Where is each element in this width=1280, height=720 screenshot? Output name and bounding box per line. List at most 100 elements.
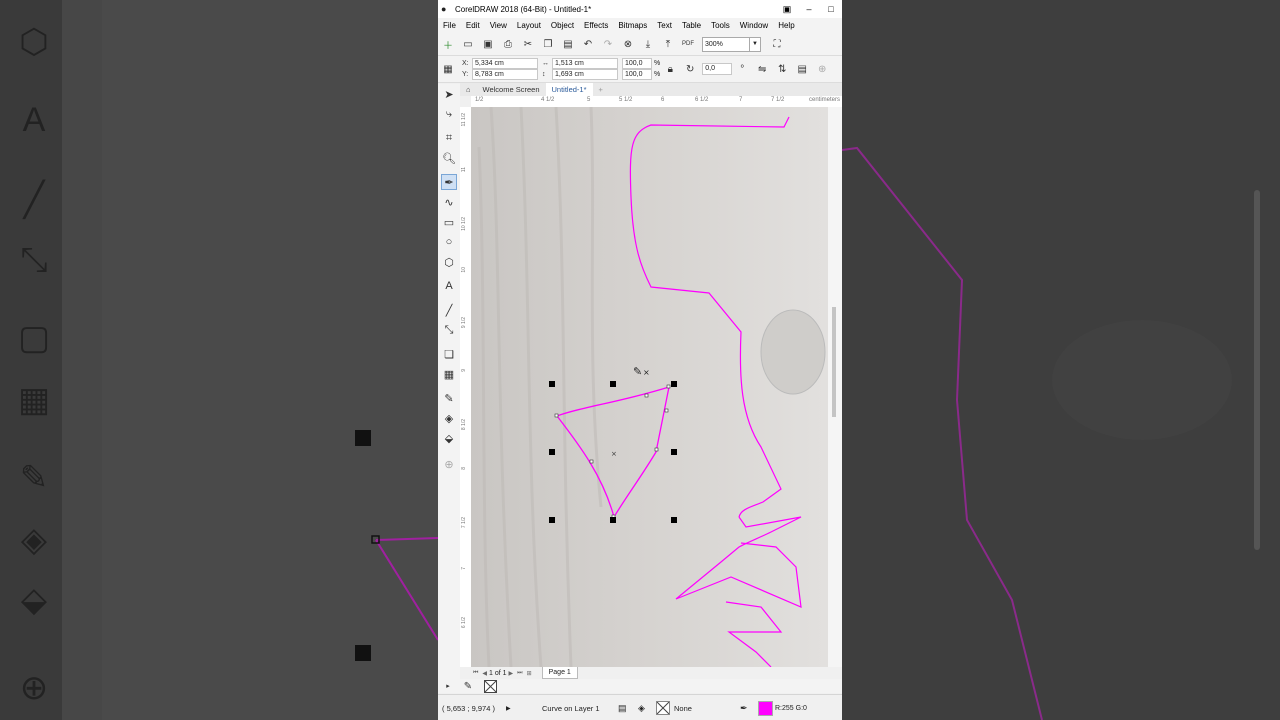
prev-page-icon[interactable]: ◀ [482, 670, 487, 677]
cut-icon[interactable]: ✂ [520, 36, 536, 52]
ruler-tick: 11 [461, 167, 467, 173]
drop-shadow-icon[interactable]: ❏ [441, 346, 457, 362]
degree-icon: ° [740, 63, 745, 75]
no-color-swatch[interactable] [484, 679, 497, 693]
copy-icon[interactable]: ❐ [540, 36, 556, 52]
tab-welcome-screen[interactable]: Welcome Screen [477, 83, 546, 96]
corel-connect-icon[interactable]: ⊗ [620, 36, 636, 52]
zoom-dropdown-icon[interactable]: ▼ [750, 36, 761, 52]
wrap-text-icon[interactable]: ▤ [794, 61, 810, 77]
open-icon[interactable]: ▭ [460, 36, 476, 52]
redo-icon[interactable]: ↷ [600, 36, 616, 52]
text-tool-icon[interactable]: A [441, 278, 457, 294]
add-page-icon[interactable]: ⊞ [527, 670, 532, 677]
freehand-tool-icon[interactable]: ✒ [441, 174, 457, 190]
ruler-tick: 7 1/2 [461, 517, 467, 529]
eye-shape [760, 309, 826, 395]
parallel-dimension-icon[interactable]: ╱ [441, 302, 457, 318]
selection-info: Curve on Layer 1 [542, 703, 600, 713]
new-tab-button[interactable]: + [593, 83, 609, 96]
transparency-tool-icon[interactable]: ▦ [441, 366, 457, 382]
scale-x-input[interactable]: 100,0 [622, 58, 652, 69]
y-position-input[interactable]: 8,783 cm [472, 69, 538, 80]
last-page-icon[interactable]: ⏭ [517, 670, 522, 677]
width-input[interactable]: 1,513 cm [552, 58, 618, 69]
save-icon[interactable]: ▣ [480, 36, 496, 52]
menu-view[interactable]: View [485, 21, 512, 30]
ruler-tick: 4 1/2 [541, 97, 555, 103]
interactive-fill-icon[interactable]: ◈ [441, 410, 457, 426]
x-position-input[interactable]: 5,334 cm [472, 58, 538, 69]
maximize-button[interactable]: □ [820, 4, 842, 14]
undo-icon[interactable]: ↶ [580, 36, 596, 52]
minimize-button[interactable]: – [798, 4, 820, 14]
scale-fields: 100,0 % 100,0 % [622, 58, 660, 80]
new-document-icon[interactable]: ＋ [440, 36, 456, 52]
drawing-canvas[interactable]: × ✎ × [471, 107, 828, 667]
ruler-tick: 10 1/2 [461, 217, 467, 231]
zoom-tool-icon[interactable]: 🔍︎ [441, 150, 457, 166]
menu-text[interactable]: Text [652, 21, 677, 30]
polygon-tool-icon[interactable]: ⬡ [441, 254, 457, 270]
shape-tool-icon[interactable]: ⤷ [441, 106, 457, 122]
eyedropper-icon[interactable]: ✎ [460, 678, 476, 694]
palette-arrow-icon[interactable]: ▸ [440, 678, 456, 694]
mirror-horizontal-icon[interactable]: ⇋ [754, 61, 770, 77]
pick-tool-icon[interactable]: ➤ [441, 86, 457, 102]
eyedropper-icon[interactable]: ✎ [441, 390, 457, 406]
cursor-x-icon: × [643, 368, 650, 377]
height-input[interactable]: 1,693 cm [552, 69, 618, 80]
document-palette: ▸ ✎ [438, 679, 842, 693]
lock-ratio-icon[interactable]: 🔒︎ [662, 61, 678, 77]
mirror-vertical-icon[interactable]: ⇅ [774, 61, 790, 77]
ruler-tick: 8 [461, 467, 467, 470]
add-icon[interactable]: ⊕ [814, 61, 830, 77]
menu-table[interactable]: Table [677, 21, 706, 30]
first-page-icon[interactable]: ⏮ [473, 670, 478, 677]
ruler-tick: 6 1/2 [461, 617, 467, 629]
crop-tool-icon[interactable]: ⌗ [441, 130, 457, 146]
scale-y-input[interactable]: 100,0 [622, 69, 652, 80]
print-icon[interactable]: ⎙ [500, 36, 516, 52]
account-icon[interactable]: ▣ [776, 4, 798, 15]
menu-edit[interactable]: Edit [461, 21, 485, 30]
menu-tools[interactable]: Tools [706, 21, 735, 30]
smart-fill-icon[interactable]: ⬙ [441, 430, 457, 446]
next-page-icon[interactable]: ▶ [509, 670, 514, 677]
full-screen-icon[interactable]: ⛶ [769, 36, 785, 52]
ellipse-tool-icon[interactable]: ○ [441, 234, 457, 250]
title-bar: ● CorelDRAW 2018 (64-Bit) - Untitled-1* … [438, 0, 842, 18]
rotation-angle-input[interactable]: 0,0 [702, 63, 733, 75]
document-tabs: ⌂ Welcome Screen Untitled-1* + [460, 83, 842, 96]
connector-tool-icon[interactable]: ⤡ [441, 322, 457, 338]
page-tab[interactable]: Page 1 [541, 667, 578, 679]
menu-file[interactable]: File [438, 21, 461, 30]
menu-effects[interactable]: Effects [579, 21, 613, 30]
artistic-media-icon[interactable]: ∿ [441, 194, 457, 210]
fill-color-swatch[interactable] [656, 701, 670, 715]
menu-object[interactable]: Object [546, 21, 579, 30]
fill-tool-icon[interactable]: ◈ [638, 703, 652, 714]
home-icon[interactable]: ⌂ [460, 83, 477, 96]
paste-icon[interactable]: ▤ [560, 36, 576, 52]
import-icon[interactable]: ⤓ [640, 36, 656, 52]
vertical-scrollbar[interactable] [828, 107, 842, 667]
outline-color-swatch[interactable] [758, 700, 773, 716]
tab-untitled-1[interactable]: Untitled-1* [545, 83, 593, 96]
menu-window[interactable]: Window [735, 21, 773, 30]
zoom-level-field[interactable]: 300% [702, 36, 750, 52]
rotation-icon: ↻ [686, 63, 695, 75]
size-fields: ↔ 1,513 cm ↕ 1,693 cm [542, 58, 618, 80]
ruler-tick: 10 [461, 267, 467, 273]
add-tool-icon[interactable]: ⊕ [441, 456, 457, 472]
scrollbar-thumb[interactable] [832, 307, 836, 417]
object-origin-icon[interactable]: ▦ [440, 61, 456, 77]
export-icon[interactable]: ⤒ [660, 36, 676, 52]
rectangle-tool-icon[interactable]: ▭ [441, 214, 457, 230]
outline-pen-icon[interactable]: ✒ [740, 703, 754, 714]
menu-layout[interactable]: Layout [512, 21, 546, 30]
menu-help[interactable]: Help [773, 21, 799, 30]
status-arrow-icon[interactable]: ▶ [506, 705, 536, 712]
menu-bitmaps[interactable]: Bitmaps [613, 21, 652, 30]
publish-pdf-icon[interactable]: PDF [680, 36, 696, 52]
